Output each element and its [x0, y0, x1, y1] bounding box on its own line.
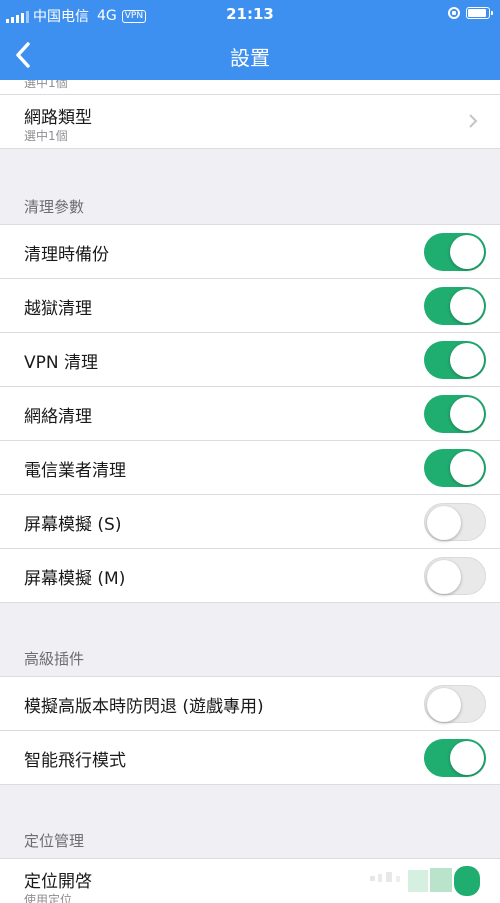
section-header-advanced: 高級插件 — [24, 650, 85, 668]
toggle-knob — [450, 343, 484, 377]
toggle-row-label: 清理時備份 — [24, 245, 109, 265]
network-type-label: 網路類型 — [24, 108, 92, 128]
toggle-row[interactable]: 網絡清理 — [0, 387, 500, 440]
toggle-row[interactable]: 越獄清理 — [0, 279, 500, 332]
section-header-location: 定位管理 — [24, 832, 85, 850]
chevron-right-icon — [469, 114, 478, 128]
backup-on-clean-toggle[interactable] — [424, 233, 486, 271]
status-bar: 中国电信 4G VPN 21:13 — [0, 0, 500, 30]
network-type-row[interactable]: 網路類型 選中1個 — [0, 95, 500, 148]
screen-sim-s-toggle[interactable] — [424, 503, 486, 541]
anti-crash-toggle[interactable] — [424, 685, 486, 723]
toggle-row-sub: 使用定位 — [24, 893, 73, 903]
toggle-knob — [427, 560, 461, 594]
status-time: 21:13 — [226, 5, 274, 23]
page-title: 設置 — [230, 46, 270, 70]
partial-cell-sub: 選中1個 — [24, 80, 68, 90]
toggle-row-label: 屏幕模擬 (S) — [24, 515, 122, 535]
toggle-knob — [427, 506, 461, 540]
jailbreak-clean-toggle[interactable] — [424, 287, 486, 325]
toggle-row-label: 越獄清理 — [24, 299, 92, 319]
smart-airplane-mode-toggle[interactable] — [424, 739, 486, 777]
toggle-knob — [450, 289, 484, 323]
settings-list: 選中1個 網路類型 選中1個 清理參數 清理時備份 越獄清理 VPN 清理 網絡… — [0, 80, 500, 903]
section-header-clean-params: 清理參數 — [24, 198, 85, 216]
toggle-row-label: 模擬高版本時防閃退 (遊戲專用) — [24, 697, 264, 717]
toggle-row[interactable]: 屏幕模擬 (M) — [0, 549, 500, 602]
carrier-clean-toggle[interactable] — [424, 449, 486, 487]
toggle-row-label: 網絡清理 — [24, 407, 92, 427]
divider — [0, 784, 500, 785]
toggle-row[interactable]: VPN 清理 — [0, 333, 500, 386]
divider — [0, 602, 500, 603]
toggle-row-label: VPN 清理 — [24, 353, 99, 373]
toggle-row[interactable]: 電信業者清理 — [0, 441, 500, 494]
toggle-row-label: 電信業者清理 — [24, 461, 126, 481]
battery-icon — [466, 7, 493, 19]
divider — [0, 148, 500, 149]
toggle-row-label: 屏幕模擬 (M) — [24, 569, 126, 589]
network-type-value: 選中1個 — [24, 129, 68, 143]
toggle-row[interactable]: 智能飛行模式 — [0, 731, 500, 784]
watermark-logo — [370, 866, 480, 896]
toggle-knob — [450, 451, 484, 485]
vpn-clean-toggle[interactable] — [424, 341, 486, 379]
toggle-knob — [450, 235, 484, 269]
nav-bar: 設置 — [0, 30, 500, 80]
toggle-row-label: 定位開啓 — [24, 872, 92, 892]
toggle-knob — [450, 397, 484, 431]
toggle-row[interactable]: 清理時備份 — [0, 225, 500, 278]
toggle-knob — [427, 688, 461, 722]
toggle-row[interactable]: 模擬高版本時防閃退 (遊戲專用) — [0, 677, 500, 730]
toggle-row[interactable]: 屏幕模擬 (S) — [0, 495, 500, 548]
partial-cell[interactable]: 選中1個 — [0, 80, 500, 94]
toggle-knob — [450, 741, 484, 775]
orientation-lock-icon — [448, 7, 460, 19]
screen-sim-m-toggle[interactable] — [424, 557, 486, 595]
status-right — [448, 7, 493, 19]
toggle-row-label: 智能飛行模式 — [24, 751, 126, 771]
network-clean-toggle[interactable] — [424, 395, 486, 433]
